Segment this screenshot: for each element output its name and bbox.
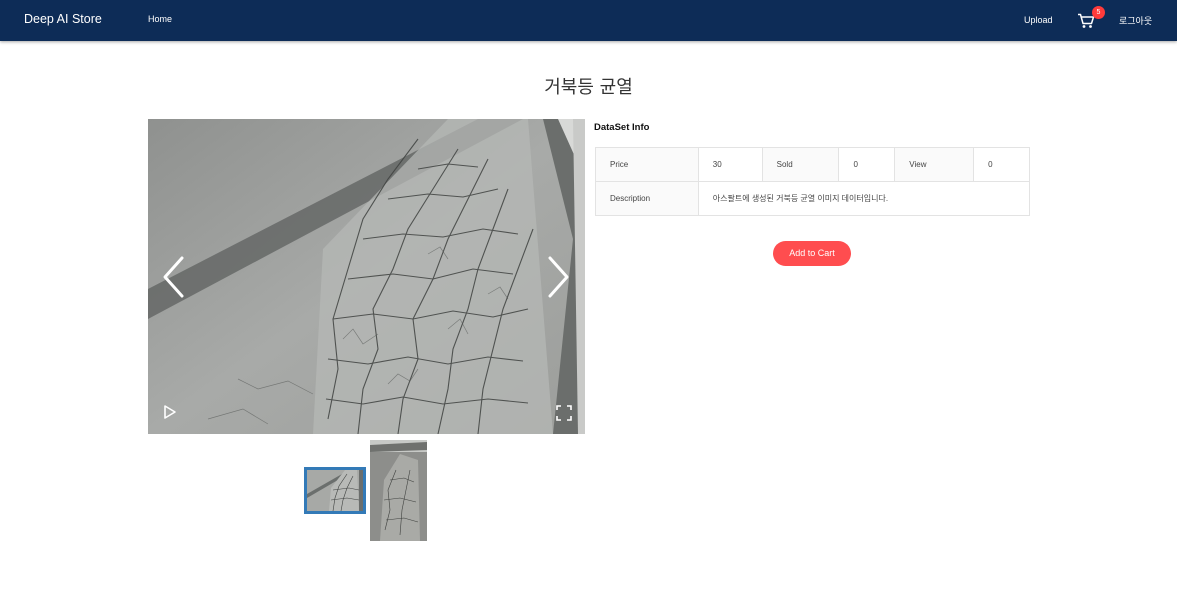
nav-home-link[interactable]: Home [148,14,172,24]
top-navbar: Deep AI Store Home Upload 5 로그아웃 [0,0,1177,41]
cart-count-badge: 5 [1092,6,1105,19]
view-label: View [894,147,975,182]
gallery-thumbnail-1[interactable] [304,467,366,514]
table-row: Description 아스팔트에 생성된 거북등 균열 이미지 데이터입니다. [595,181,1031,216]
fullscreen-icon[interactable] [555,404,573,422]
dataset-info-heading: DataSet Info [594,122,650,133]
price-value: 30 [697,147,763,182]
sold-label: Sold [761,147,840,182]
image-gallery[interactable] [148,119,585,434]
nav-logout-link[interactable]: 로그아웃 [1119,14,1152,27]
thumbnail-image [370,440,427,541]
page-title: 거북등 균열 [544,77,633,98]
description-label: Description [595,181,699,216]
sold-value: 0 [838,147,896,182]
cart-button[interactable]: 5 [1077,6,1105,32]
brand-logo-link[interactable]: Deep AI Store [24,12,102,26]
price-label: Price [595,147,699,182]
previous-image-arrow-icon[interactable] [158,254,188,300]
gallery-thumbnail-2[interactable] [370,440,427,541]
add-to-cart-button[interactable]: Add to Cart [773,241,851,266]
dataset-info-table: Price 30 Sold 0 View 0 Description 아스팔트에… [595,147,1031,216]
table-row: Price 30 Sold 0 View 0 [595,147,1030,182]
nav-upload-link[interactable]: Upload [1024,15,1053,25]
description-value: 아스팔트에 생성된 거북등 균열 이미지 데이터입니다. [697,181,1031,216]
view-value: 0 [973,147,1030,182]
main-product-image [148,119,585,434]
next-image-arrow-icon[interactable] [544,254,574,300]
thumbnail-image [307,470,363,511]
play-slideshow-icon[interactable] [162,404,178,420]
